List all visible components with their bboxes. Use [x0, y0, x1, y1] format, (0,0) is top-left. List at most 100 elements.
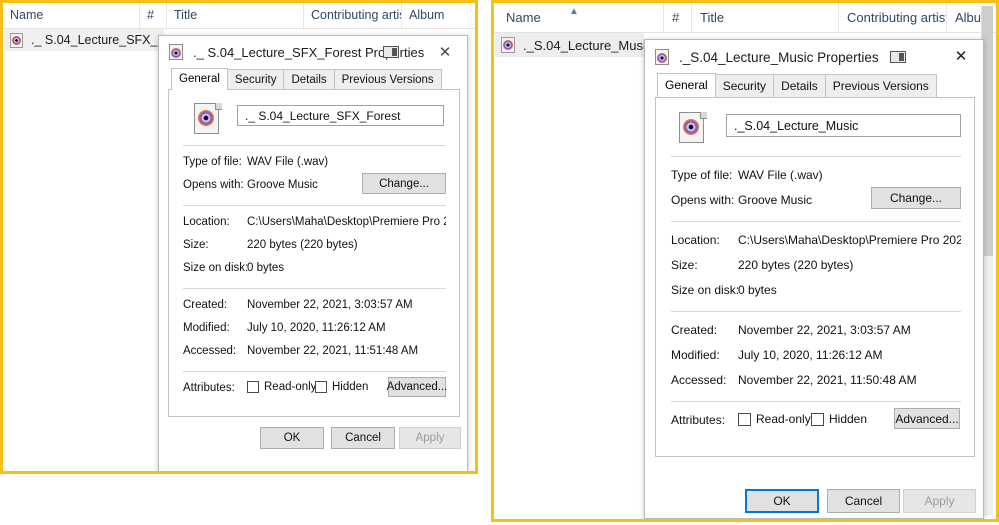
sort-ascending-caret-icon: ▲ — [569, 6, 579, 17]
right-tab-general[interactable]: General — [657, 73, 716, 97]
right-column-header-row: Name ▲ # Title Contributing artists Albu… — [494, 3, 996, 33]
left-file-name-input-value: ._ S.04_Lecture_SFX_Forest — [245, 108, 401, 123]
right-column-name[interactable]: Name ▲ — [494, 3, 664, 32]
right-accessed-label: Accessed: — [671, 373, 727, 387]
left-column-album[interactable]: Album — [402, 3, 475, 28]
left-apply-button-label: Apply — [415, 432, 445, 444]
right-accessed-value: November 22, 2021, 11:50:48 AM — [738, 373, 917, 387]
right-column-title[interactable]: Title — [692, 3, 839, 32]
left-cancel-button[interactable]: Cancel — [331, 427, 395, 449]
left-tab-previous-versions[interactable]: Previous Versions — [333, 69, 442, 90]
right-column-title-label: Title — [700, 10, 725, 25]
right-type-of-file-label: Type of file: — [671, 168, 733, 182]
wav-file-icon — [169, 44, 185, 60]
left-readonly-label: Read-only — [264, 381, 317, 393]
left-separator-1 — [183, 145, 446, 146]
left-tab-details[interactable]: Details — [283, 69, 335, 90]
right-readonly-checkbox[interactable]: Read-only — [738, 412, 811, 426]
left-dialog-titlebar[interactable]: ._ S.04_Lecture_SFX_Forest Properties ✕ — [159, 36, 467, 68]
left-column-name[interactable]: Name — [3, 3, 140, 28]
right-tab-general-label: General — [665, 78, 708, 92]
right-ok-button[interactable]: OK — [745, 489, 819, 513]
right-screenshot-panel: Name ▲ # Title Contributing artists Albu… — [491, 0, 999, 522]
right-tab-details[interactable]: Details — [773, 74, 826, 97]
left-created-value: November 22, 2021, 3:03:57 AM — [247, 299, 413, 311]
left-ok-button[interactable]: OK — [260, 427, 324, 449]
left-column-name-label: Name — [10, 8, 44, 22]
left-hidden-checkbox[interactable]: Hidden — [315, 381, 368, 393]
left-modified-value: July 10, 2020, 11:26:12 AM — [247, 322, 386, 334]
right-created-value: November 22, 2021, 3:03:57 AM — [738, 323, 911, 337]
right-tabstrip: General Security Details Previous Versio… — [645, 73, 983, 97]
left-column-number[interactable]: # — [140, 3, 167, 28]
left-location-value: C:\Users\Maha\Desktop\Premiere Pro 2020_… — [247, 216, 446, 228]
right-attributes-label: Attributes: — [671, 413, 726, 427]
right-column-number-label: # — [672, 10, 680, 25]
right-file-list-item[interactable]: ._S.04_Lecture_Music — [495, 33, 652, 57]
right-separator-1 — [671, 156, 961, 157]
right-tab-previous-versions[interactable]: Previous Versions — [824, 74, 937, 97]
right-size-value: 220 bytes (220 bytes) — [738, 258, 854, 272]
left-location-label: Location: — [183, 216, 230, 228]
left-change-button[interactable]: Change... — [362, 173, 446, 194]
left-size-on-disk-label: Size on disk: — [183, 262, 249, 274]
left-tab-previous-versions-label: Previous Versions — [341, 74, 434, 86]
left-tab-security[interactable]: Security — [226, 69, 285, 90]
right-type-of-file-value: WAV File (.wav) — [738, 168, 823, 182]
wav-file-icon — [501, 37, 517, 53]
left-created-label: Created: — [183, 299, 228, 311]
right-cancel-button[interactable]: Cancel — [827, 489, 900, 513]
left-advanced-button-label: Advanced... — [386, 381, 448, 393]
left-advanced-button[interactable]: Advanced... — [386, 377, 448, 397]
right-tab-security-label: Security — [722, 79, 767, 93]
left-column-title[interactable]: Title — [167, 3, 304, 28]
right-modified-label: Modified: — [671, 348, 720, 362]
right-opens-with-value: Groove Music — [738, 193, 813, 207]
right-size-label: Size: — [671, 258, 698, 272]
right-file-name-input[interactable]: ._S.04_Lecture_Music — [726, 114, 961, 137]
left-column-album-label: Album — [409, 8, 445, 22]
close-icon[interactable]: ✕ — [425, 37, 465, 67]
checkbox-icon — [247, 381, 259, 393]
left-tab-general[interactable]: General — [171, 68, 228, 90]
window-restore-icon[interactable] — [890, 51, 906, 63]
left-file-list-item[interactable]: ._ S.04_Lecture_SFX_... — [4, 29, 168, 51]
right-cancel-button-label: Cancel — [844, 494, 883, 508]
right-column-number[interactable]: # — [664, 3, 692, 32]
left-file-name-input[interactable]: ._ S.04_Lecture_SFX_Forest — [237, 105, 444, 126]
left-attributes-label: Attributes: — [183, 382, 235, 394]
right-tab-details-label: Details — [781, 79, 818, 93]
checkbox-icon — [315, 381, 327, 393]
right-readonly-label: Read-only — [756, 412, 811, 426]
right-hidden-checkbox[interactable]: Hidden — [811, 412, 867, 426]
close-icon[interactable]: ✕ — [941, 41, 981, 71]
right-ok-button-label: OK — [773, 494, 791, 508]
right-change-button[interactable]: Change... — [871, 187, 961, 209]
wav-file-icon — [10, 32, 25, 48]
left-modified-label: Modified: — [183, 322, 230, 334]
right-column-contributing-artists[interactable]: Contributing artists — [839, 3, 947, 32]
left-accessed-value: November 22, 2021, 11:51:48 AM — [247, 345, 419, 357]
left-change-button-label: Change... — [379, 177, 429, 190]
left-opens-with-value: Groove Music — [247, 179, 318, 191]
right-size-on-disk-value: 0 bytes — [738, 283, 777, 297]
right-hidden-label: Hidden — [829, 412, 868, 426]
left-readonly-checkbox[interactable]: Read-only — [247, 381, 316, 393]
right-dialog-titlebar[interactable]: ._S.04_Lecture_Music Properties ✕ — [645, 40, 983, 74]
right-column-name-label: Name — [506, 10, 541, 25]
right-file-name-label: ._S.04_Lecture_Music — [523, 37, 653, 53]
right-tab-security[interactable]: Security — [714, 74, 775, 97]
right-opens-with-label: Opens with: — [671, 193, 735, 207]
right-created-label: Created: — [671, 323, 718, 337]
right-tab-previous-versions-label: Previous Versions — [832, 79, 929, 93]
left-screenshot-panel: Name # Title Contributing artists Album … — [0, 0, 478, 474]
window-restore-icon[interactable] — [383, 46, 399, 58]
right-column-contributing-artists-label: Contributing artists — [847, 10, 947, 25]
left-tabstrip: General Security Details Previous Versio… — [159, 68, 467, 90]
left-type-of-file-value: WAV File (.wav) — [247, 156, 329, 168]
checkbox-icon — [738, 412, 751, 426]
right-advanced-button[interactable]: Advanced... — [894, 408, 960, 429]
left-column-contributing-artists[interactable]: Contributing artists — [304, 3, 402, 28]
left-file-name-label: ._ S.04_Lecture_SFX_... — [31, 33, 168, 47]
right-apply-button-label: Apply — [924, 494, 955, 508]
